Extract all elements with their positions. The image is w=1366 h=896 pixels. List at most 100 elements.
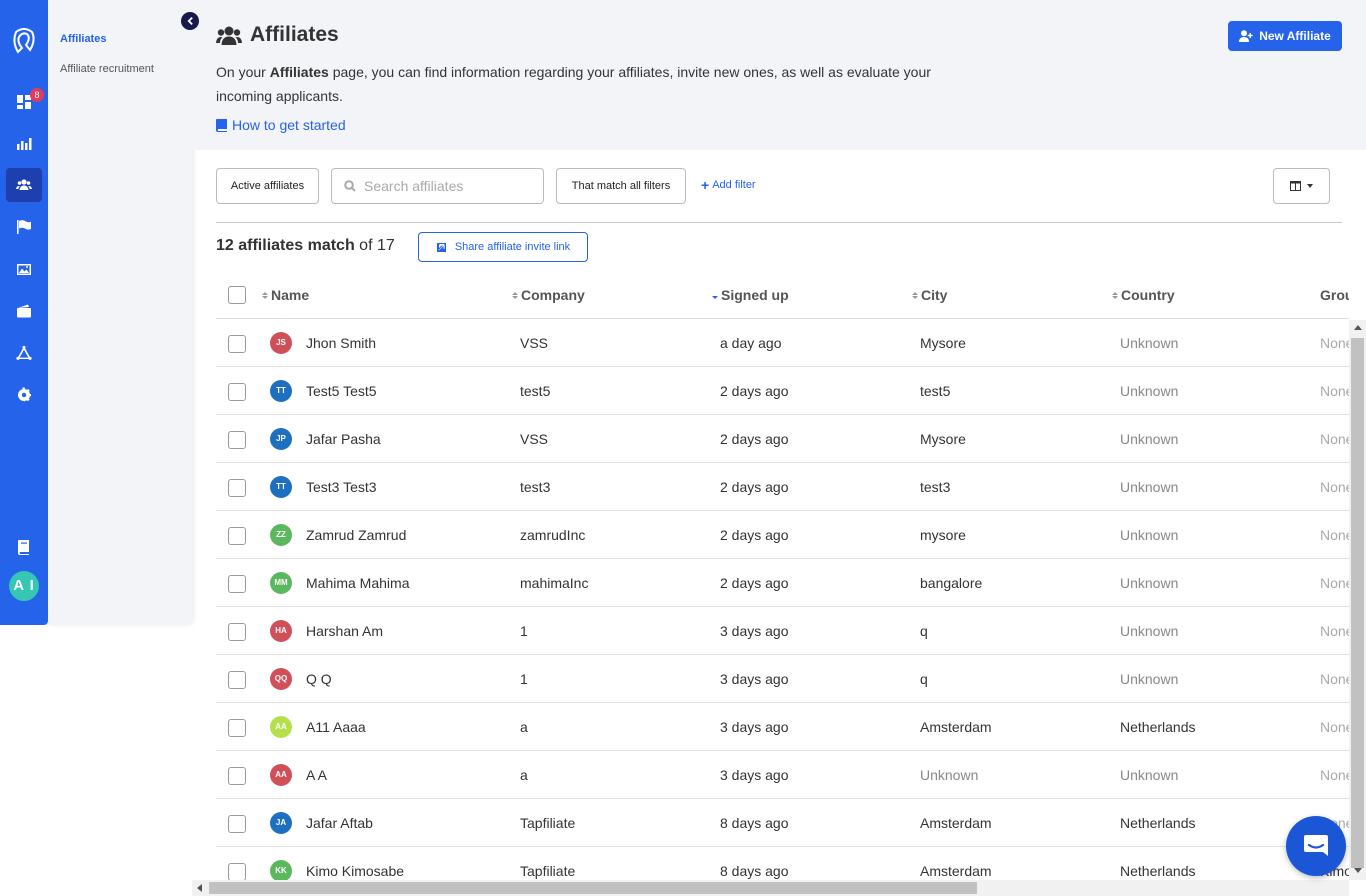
column-header-signed-up[interactable]: Signed up [712,287,789,303]
cell-name[interactable]: Test3 Test3 [306,479,377,495]
user-avatar[interactable]: A I [9,571,39,601]
match-count: 12 affiliates match [216,237,355,254]
table-row[interactable]: AA A11 Aaaa a 3 days ago Amsterdam Netherland… [216,703,1349,751]
columns-icon [1290,181,1301,191]
add-filter-link[interactable]: + Add filter [701,178,756,192]
affiliate-avatar: JP [270,428,292,450]
vertical-scroll-thumb[interactable] [1351,338,1364,868]
cell-name[interactable]: Jhon Smith [306,335,376,351]
new-affiliate-label: New Affiliate [1259,29,1331,43]
rail-item-payouts[interactable] [6,294,42,328]
how-to-get-started-link[interactable]: How to get started [216,117,346,133]
column-header-group[interactable]: Group [1320,287,1349,303]
cell-name[interactable]: A A [306,767,327,783]
table-row[interactable]: MM Mahima Mahima mahimaInc 2 days ago bangal… [216,559,1349,607]
rail-item-programs[interactable] [6,210,42,244]
table-row[interactable]: ZZ Zamrud Zamrud zamrudInc 2 days ago mysore… [216,511,1349,559]
cell-name[interactable]: Jafar Pasha [306,431,381,447]
column-label: Group [1320,287,1349,303]
match-total: of 17 [354,237,395,254]
sort-icon [262,291,268,299]
row-checkbox[interactable] [228,575,246,593]
row-checkbox[interactable] [228,383,246,401]
chat-launcher-button[interactable] [1286,816,1346,876]
affiliate-avatar: KK [270,860,292,880]
row-checkbox[interactable] [228,671,246,689]
new-affiliate-button[interactable]: New Affiliate [1228,21,1342,51]
column-header-company[interactable]: Company [512,287,585,303]
select-all-checkbox[interactable] [228,286,246,304]
rail-item-settings[interactable] [6,378,42,412]
row-checkbox[interactable] [228,623,246,641]
collapse-sidebar-button[interactable] [181,12,199,30]
rail-item-reports[interactable] [6,126,42,160]
cell-name[interactable]: Kimo Kimosabe [306,863,404,879]
share-invite-link-button[interactable]: Share affiliate invite link [418,232,588,262]
cell-country: Unknown [1120,431,1179,447]
cell-name[interactable]: Q Q [306,671,332,687]
row-checkbox[interactable] [228,431,246,449]
rail-item-affiliates[interactable] [6,168,42,202]
table-row[interactable]: QQ Q Q 1 3 days ago q Unknown None [216,655,1349,703]
horizontal-scroll-thumb[interactable] [209,882,977,894]
row-checkbox[interactable] [228,479,246,497]
affiliate-avatar: TT [270,380,292,402]
table-row[interactable]: JA Jafar Aftab Tapfiliate 8 days ago Amsterd… [216,799,1349,847]
rail-item-docs[interactable] [6,530,42,564]
cell-group: None [1320,383,1349,399]
table-row[interactable]: JP Jafar Pasha VSS 2 days ago Mysore Unknown N… [216,415,1349,463]
row-checkbox[interactable] [228,335,246,353]
columns-toggle-button[interactable] [1273,168,1330,204]
cell-signed-up: 3 days ago [720,671,789,687]
cell-name[interactable]: Jafar Aftab [306,815,373,831]
row-checkbox[interactable] [228,527,246,545]
row-checkbox[interactable] [228,863,246,880]
table-row[interactable]: HA Harshan Am 1 3 days ago q Unknown None [216,607,1349,655]
cell-name[interactable]: Test5 Test5 [306,383,377,399]
cell-name[interactable]: Harshan Am [306,623,383,639]
affiliates-table: Name Company Signed up City Country Grou… [192,270,1349,880]
scroll-up-icon[interactable] [1354,325,1362,330]
vertical-scrollbar[interactable] [1349,320,1366,880]
cell-name[interactable]: Zamrud Zamrud [306,527,406,543]
table-row[interactable]: TT Test5 Test5 test5 2 days ago test5 Unknown… [216,367,1349,415]
column-header-name[interactable]: Name [262,287,309,303]
column-label: Signed up [721,287,789,303]
row-checkbox[interactable] [228,767,246,785]
match-mode-button[interactable]: That match all filters [556,168,686,204]
cell-city: Amsterdam [920,863,992,879]
column-header-city[interactable]: City [912,287,947,303]
table-row[interactable]: TT Test3 Test3 test3 2 days ago test3 Unknown… [216,463,1349,511]
row-checkbox[interactable] [228,815,246,833]
cell-name[interactable]: Mahima Mahima [306,575,409,591]
column-header-country[interactable]: Country [1112,287,1175,303]
status-filter-button[interactable]: Active affiliates [216,168,319,204]
scroll-left-icon[interactable] [197,884,202,892]
cell-company: zamrudInc [520,527,586,543]
search-input[interactable] [364,178,534,194]
cell-country: Unknown [1120,671,1179,687]
rail-item-assets[interactable] [6,252,42,286]
submenu-item-affiliates[interactable]: Affiliates [60,33,106,45]
cell-group: None [1320,671,1349,687]
cell-country: Unknown [1120,527,1179,543]
cell-country: Netherlands [1120,719,1196,735]
chevron-left-icon [187,17,193,25]
cell-name[interactable]: A11 Aaaa [306,719,366,735]
chat-icon [1304,835,1328,856]
table-row[interactable]: AA A A a 3 days ago Unknown Unknown None [216,751,1349,799]
horizontal-scrollbar[interactable] [192,880,1349,896]
rail-item-integrations[interactable] [6,336,42,370]
assets-image-icon [17,264,31,275]
table-row[interactable]: KK Kimo Kimosabe Tapfiliate 8 days ago Amste… [216,847,1349,880]
submenu-item-affiliate-recruitment[interactable]: Affiliate recruitment [60,63,154,75]
help-link-label: How to get started [232,117,346,133]
cell-country: Unknown [1120,383,1179,399]
search-box[interactable] [331,168,544,204]
cell-signed-up: 2 days ago [720,383,789,399]
scroll-down-icon[interactable] [1354,868,1362,873]
app-logo-icon[interactable] [12,28,36,54]
cell-company: VSS [520,431,549,447]
row-checkbox[interactable] [228,719,246,737]
table-row[interactable]: JS Jhon Smith VSS a day ago Mysore Unknown Non… [216,319,1349,367]
